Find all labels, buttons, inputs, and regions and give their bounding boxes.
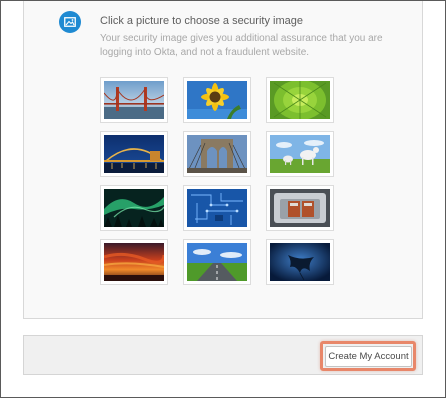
- tea-kettle-picture: [270, 189, 330, 227]
- create-my-account-button[interactable]: Create My Account: [325, 346, 412, 367]
- green-leaf-picture: [270, 81, 330, 119]
- security-image-manta-ray[interactable]: [266, 239, 334, 285]
- security-image-northern-lights[interactable]: [100, 185, 168, 231]
- brooklyn-bridge-picture: [187, 135, 247, 173]
- security-image-leaf[interactable]: [266, 77, 334, 123]
- manta-ray-picture: [270, 243, 330, 281]
- security-image-golden-gate[interactable]: [100, 77, 168, 123]
- security-image-title: Click a picture to choose a security ima…: [100, 15, 303, 27]
- northern-lights-picture: [104, 189, 164, 227]
- road-picture: [187, 243, 247, 281]
- security-image-description: Your security image gives you additional…: [100, 33, 383, 58]
- security-image-kettle[interactable]: [266, 185, 334, 231]
- goats-in-field-picture: [270, 135, 330, 173]
- security-image-bridge-night[interactable]: [100, 131, 168, 177]
- golden-gate-bridge-picture: [104, 81, 164, 119]
- circuit-board-picture: [187, 189, 247, 227]
- image-icon: [59, 11, 81, 33]
- security-image-brooklyn-bridge[interactable]: [183, 131, 251, 177]
- security-image-sunset[interactable]: [100, 239, 168, 285]
- bridge-at-night-picture: [104, 135, 164, 173]
- security-image-sunflower[interactable]: [183, 77, 251, 123]
- security-image-goats[interactable]: [266, 131, 334, 177]
- sunset-sky-picture: [104, 243, 164, 281]
- window-frame: Click a picture to choose a security ima…: [0, 0, 446, 398]
- sunflower-picture: [187, 81, 247, 119]
- security-image-circuit[interactable]: [183, 185, 251, 231]
- security-image-grid: [100, 77, 335, 285]
- security-image-road[interactable]: [183, 239, 251, 285]
